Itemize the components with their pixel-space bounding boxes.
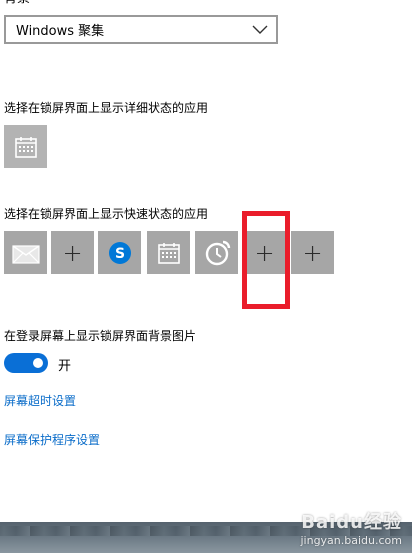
plus-icon: + <box>254 238 275 267</box>
detailed-status-label: 选择在锁屏界面上显示详细状态的应用 <box>4 101 209 115</box>
quick-status-calendar-button[interactable] <box>147 231 190 274</box>
background-dropdown[interactable]: Windows 聚集 <box>4 15 278 44</box>
toggle-knob <box>33 358 43 368</box>
screensaver-settings-link[interactable]: 屏幕保护程序设置 <box>4 431 100 448</box>
dropdown-value: Windows 聚集 <box>16 24 105 39</box>
toggle-state-label: 开 <box>58 359 72 374</box>
quick-status-alarm-button[interactable] <box>195 231 238 274</box>
screen-timeout-link[interactable]: 屏幕超时设置 <box>4 392 76 409</box>
detailed-status-app-button[interactable] <box>4 125 47 168</box>
calendar-icon <box>14 136 37 158</box>
quick-status-label: 选择在锁屏界面上显示快速状态的应用 <box>4 207 209 221</box>
plus-icon: + <box>62 238 83 267</box>
quick-status-skype-button[interactable]: S <box>98 231 141 274</box>
svg-text:S: S <box>114 246 124 262</box>
watermark-sub: jingyan.baidu.com <box>300 534 402 547</box>
chevron-down-icon <box>252 25 268 34</box>
mail-icon <box>11 244 40 264</box>
background-heading: 背景 <box>4 0 30 7</box>
quick-status-add-button-1[interactable]: + <box>51 231 94 274</box>
baidu-watermark: Baidu经验 jingyan.baidu.com <box>300 508 402 547</box>
plus-icon: + <box>302 238 323 267</box>
watermark-main: Baidu经验 <box>301 512 402 533</box>
skype-icon: S <box>108 241 131 264</box>
quick-status-mail-button[interactable] <box>4 231 47 274</box>
calendar-icon <box>157 242 180 264</box>
quick-status-add-button-2[interactable]: + <box>243 231 286 274</box>
signin-background-label: 在登录屏幕上显示锁屏界面背景图片 <box>4 329 197 343</box>
quick-status-add-button-3[interactable]: + <box>291 231 334 274</box>
alarm-clock-icon <box>205 240 230 265</box>
signin-background-toggle[interactable] <box>4 353 48 373</box>
